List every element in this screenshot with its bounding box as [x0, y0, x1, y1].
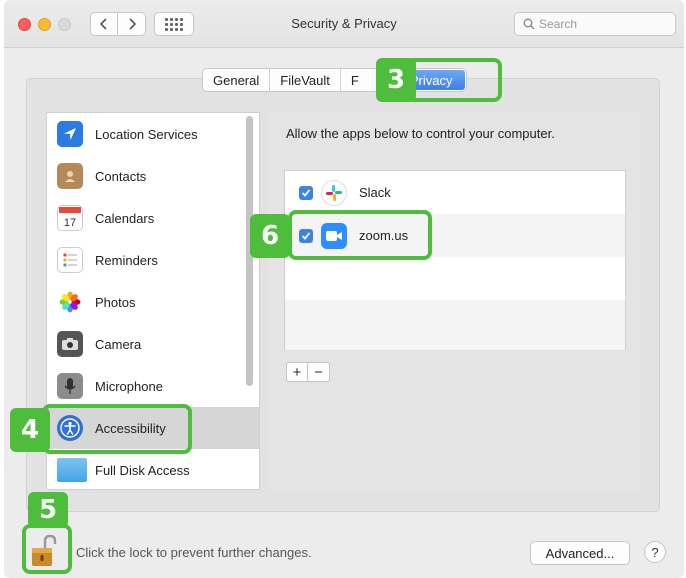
sidebar-item-reminders[interactable]: Reminders	[47, 239, 243, 281]
microphone-icon	[57, 373, 83, 399]
search-field[interactable]: Search	[514, 12, 676, 36]
sidebar-item-label: Microphone	[95, 378, 163, 394]
sidebar-item-camera[interactable]: Camera	[47, 323, 243, 365]
titlebar: Security & Privacy Search	[4, 0, 684, 48]
photos-flower-icon	[57, 289, 83, 315]
svg-text:17: 17	[64, 217, 76, 229]
app-list: Slack zoom.us	[284, 170, 626, 350]
sidebar-item-photos[interactable]: Photos	[47, 281, 243, 323]
sidebar-item-label: Contacts	[95, 168, 147, 184]
sidebar-item-label: Calendars	[95, 210, 155, 226]
add-app-button[interactable]: +	[287, 363, 308, 381]
lock-hint: Click the lock to prevent further change…	[76, 545, 312, 560]
advanced-button[interactable]: Advanced...	[530, 541, 630, 565]
camera-icon	[57, 331, 83, 357]
sidebar-item-full-disk-access[interactable]: Full Disk Access	[47, 449, 243, 489]
reminders-list-icon	[57, 247, 83, 273]
step-6-badge: 6	[250, 214, 290, 258]
tab-filevault[interactable]: FileVault	[270, 69, 341, 91]
help-button[interactable]: ?	[644, 541, 666, 563]
slack-checkbox[interactable]	[299, 185, 313, 200]
app-name: Slack	[359, 185, 391, 200]
sidebar-item-label: Photos	[95, 294, 136, 310]
search-icon	[523, 18, 535, 30]
checkmark-icon	[301, 231, 311, 240]
app-name: zoom.us	[359, 228, 409, 243]
remove-app-button[interactable]: −	[308, 363, 329, 381]
zoom-checkbox[interactable]	[299, 228, 313, 243]
sidebar-item-location-services[interactable]: Location Services	[47, 113, 243, 155]
unlocked-padlock-icon	[32, 534, 57, 566]
search-placeholder: Search	[539, 17, 578, 31]
calendar-icon: 17	[57, 205, 83, 231]
location-arrow-icon	[57, 121, 83, 147]
sidebar-item-calendars[interactable]: 17 Calendars	[47, 197, 243, 239]
tab-bar: General FileVault F Privacy	[202, 68, 467, 92]
sidebar-item-microphone[interactable]: Microphone	[47, 365, 243, 407]
permission-description: Allow the apps below to control your com…	[286, 126, 555, 141]
empty-row	[285, 300, 625, 350]
lock-button[interactable]	[28, 534, 58, 568]
app-row-zoom[interactable]: zoom.us	[285, 214, 625, 257]
contacts-book-icon	[57, 163, 83, 189]
step-3-badge: 3	[376, 58, 416, 102]
sidebar-item-accessibility[interactable]: Accessibility	[47, 407, 259, 449]
sidebar-item-label: Reminders	[95, 252, 158, 268]
step-4-badge: 4	[10, 408, 50, 452]
folder-icon	[57, 458, 87, 482]
tab-general[interactable]: General	[203, 69, 271, 91]
app-row-slack[interactable]: Slack	[285, 171, 625, 214]
checkmark-icon	[301, 188, 311, 197]
add-remove-control: + −	[286, 362, 330, 382]
accessibility-icon	[57, 415, 83, 441]
sidebar-item-label: Accessibility	[95, 420, 166, 436]
empty-row	[285, 257, 625, 300]
slack-icon	[321, 179, 347, 206]
zoom-icon	[321, 222, 347, 249]
sidebar-item-contacts[interactable]: Contacts	[47, 155, 243, 197]
privacy-category-list: Location Services Contacts 17 Calendars …	[46, 112, 260, 490]
sidebar-item-label: Full Disk Access	[95, 462, 190, 478]
sidebar-item-label: Location Services	[95, 126, 198, 142]
step-5-badge: 5	[28, 492, 68, 528]
sidebar-item-label: Camera	[95, 336, 142, 352]
